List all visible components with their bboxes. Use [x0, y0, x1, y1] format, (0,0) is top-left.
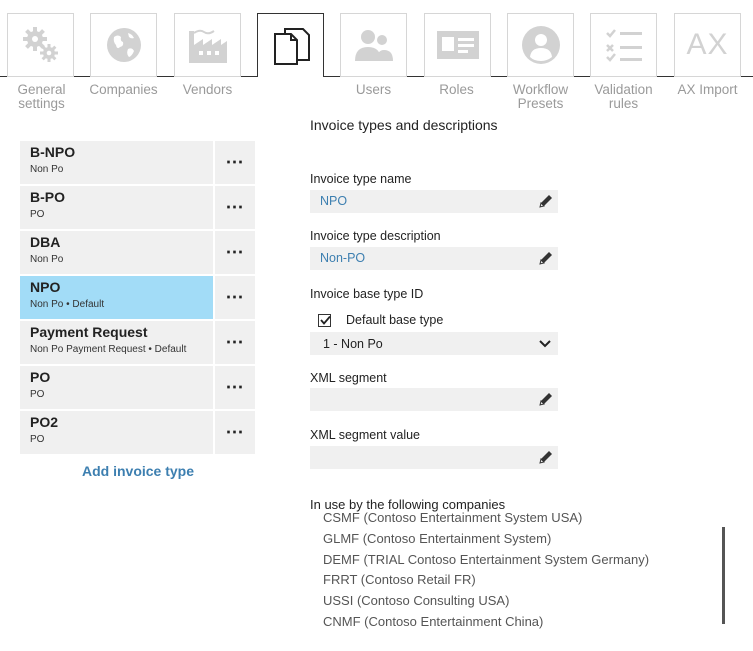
nav-label-users[interactable]: Users: [332, 83, 415, 97]
invoice-type-name-value: NPO: [320, 194, 348, 208]
companies-title: In use by the following companies: [310, 497, 506, 512]
invoice-type-name: Payment Request: [30, 324, 148, 340]
company-item: CSMF (Contoso Entertainment System USA): [323, 512, 583, 525]
list-item: DBA Non Po ⋯: [20, 231, 256, 276]
xml-segment-field[interactable]: [310, 388, 558, 411]
nav-general-settings[interactable]: [7, 13, 74, 77]
more-options-button[interactable]: ⋯: [215, 411, 255, 454]
invoice-type-description-value: Non-PO: [320, 251, 366, 265]
nav-companies[interactable]: [90, 13, 157, 77]
invoice-type-item[interactable]: Payment Request Non Po Payment Request •…: [20, 321, 213, 364]
invoice-type-subtitle: PO: [30, 389, 45, 400]
nav-vendors[interactable]: [174, 13, 241, 77]
invoice-type-subtitle: Non Po: [30, 164, 64, 175]
invoice-type-subtitle: Non Po • Default: [30, 299, 105, 310]
ax-icon: AX: [686, 28, 729, 61]
company-item: FRRT (Contoso Retail FR): [323, 572, 476, 587]
xml-segment-label: XML segment: [310, 371, 387, 385]
invoice-type-subtitle: PO: [30, 209, 45, 220]
more-options-button[interactable]: ⋯: [215, 231, 255, 274]
more-options-button[interactable]: ⋯: [215, 186, 255, 229]
company-item: DEMF (TRIAL Contoso Entertainment System…: [323, 552, 650, 567]
list-item: PO2 PO ⋯: [20, 411, 256, 456]
invoice-type-name-field[interactable]: NPO: [310, 190, 558, 213]
invoice-type-item[interactable]: B-PO PO: [20, 186, 213, 229]
invoice-type-item[interactable]: PO PO: [20, 366, 213, 409]
nav-ax-import[interactable]: AX: [674, 13, 741, 77]
invoice-type-description-label: Invoice type description: [310, 229, 441, 243]
invoice-type-name-label: Invoice type name: [310, 172, 412, 186]
company-item: USSI (Contoso Consulting USA): [323, 593, 510, 608]
edit-pencil-icon[interactable]: [538, 391, 554, 410]
company-item: GLMF (Contoso Entertainment System): [323, 531, 552, 546]
base-type-select[interactable]: 1 - Non Po: [310, 332, 558, 355]
nav-label-validation-rules[interactable]: Validation rules: [582, 83, 665, 111]
more-options-button[interactable]: ⋯: [215, 366, 255, 409]
invoice-type-name: B-NPO: [30, 144, 76, 160]
xml-segment-value-label: XML segment value: [310, 428, 421, 442]
list-item: Payment Request Non Po Payment Request •…: [20, 321, 256, 366]
user-circle-icon: [519, 23, 563, 67]
default-base-type-label: Default base type: [346, 313, 444, 327]
nav-invoice-types[interactable]: [257, 13, 324, 77]
invoice-type-name: DBA: [30, 234, 61, 250]
xml-segment-value-field[interactable]: [310, 446, 558, 469]
nav-label-workflow-presets[interactable]: Workflow Presets: [499, 83, 582, 111]
factory-icon: [186, 25, 230, 65]
more-options-button[interactable]: ⋯: [215, 141, 255, 184]
list-item: PO PO ⋯: [20, 366, 256, 411]
checklist-icon: [602, 25, 646, 65]
nav-workflow-presets[interactable]: [507, 13, 574, 77]
companies-list[interactable]: CSMF (Contoso Entertainment System USA) …: [310, 512, 730, 630]
edit-pencil-icon[interactable]: [538, 250, 554, 269]
section-title: Invoice types and descriptions: [310, 117, 498, 133]
invoice-type-subtitle: Non Po: [30, 254, 64, 265]
more-options-button[interactable]: ⋯: [215, 321, 255, 364]
invoice-type-name: PO: [30, 369, 51, 385]
gears-icon: [21, 25, 61, 65]
nav-label-general-settings[interactable]: General settings: [0, 83, 83, 111]
nav-label-vendors[interactable]: Vendors: [166, 83, 249, 97]
invoice-type-name: PO2: [30, 414, 59, 430]
add-invoice-type-link[interactable]: Add invoice type: [20, 463, 256, 479]
base-type-selected-value: 1 - Non Po: [323, 337, 383, 351]
invoice-type-subtitle: PO: [30, 434, 45, 445]
companies-scrollbar[interactable]: [722, 527, 725, 624]
nav-label-roles[interactable]: Roles: [415, 83, 498, 97]
default-base-type-checkbox[interactable]: [318, 313, 331, 327]
invoice-type-list: B-NPO Non Po ⋯ B-PO PO ⋯ DBA Non Po ⋯ NP…: [20, 141, 256, 456]
invoice-type-subtitle: Non Po Payment Request • Default: [30, 344, 187, 355]
invoice-type-item-selected[interactable]: NPO Non Po • Default: [20, 276, 213, 319]
invoice-type-name: B-PO: [30, 189, 65, 205]
list-item: B-NPO Non Po ⋯: [20, 141, 256, 186]
nav-users[interactable]: [340, 13, 407, 77]
list-item: B-PO PO ⋯: [20, 186, 256, 231]
nav-validation-rules[interactable]: [590, 13, 657, 77]
chevron-down-icon: [539, 338, 551, 352]
invoice-type-item[interactable]: DBA Non Po: [20, 231, 213, 274]
id-card-icon: [434, 27, 482, 63]
invoice-type-description-field[interactable]: Non-PO: [310, 247, 558, 270]
list-item: NPO Non Po • Default ⋯: [20, 276, 256, 321]
company-item: CNMF (Contoso Entertainment China): [323, 614, 544, 629]
documents-icon: [269, 24, 313, 68]
edit-pencil-icon[interactable]: [538, 449, 554, 468]
invoice-type-name: NPO: [30, 279, 61, 295]
edit-pencil-icon[interactable]: [538, 193, 554, 212]
invoice-type-item[interactable]: PO2 PO: [20, 411, 213, 454]
invoice-base-type-label: Invoice base type ID: [310, 287, 424, 301]
invoice-type-item[interactable]: B-NPO Non Po: [20, 141, 213, 184]
nav-label-companies[interactable]: Companies: [82, 83, 165, 97]
more-options-button[interactable]: ⋯: [215, 276, 255, 319]
default-base-type-row: Default base type: [318, 313, 443, 327]
nav-roles[interactable]: [424, 13, 491, 77]
nav-label-ax-import[interactable]: AX Import: [666, 83, 749, 97]
globe-icon: [104, 25, 144, 65]
users-icon: [351, 27, 397, 63]
